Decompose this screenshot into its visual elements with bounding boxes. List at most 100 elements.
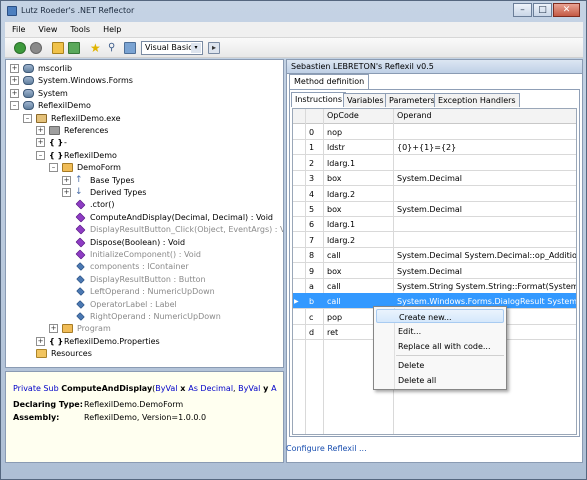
expand-icon[interactable]: + xyxy=(10,76,19,86)
menu-help[interactable]: Help xyxy=(96,22,127,34)
minimize-button[interactable]: – xyxy=(513,3,532,17)
instruction-index: 9 xyxy=(309,266,315,276)
collapse-icon[interactable]: – xyxy=(23,113,32,123)
field-icon xyxy=(76,299,85,309)
field-icon xyxy=(76,275,85,284)
expand-icon[interactable]: + xyxy=(36,336,45,346)
context-delete[interactable]: Delete xyxy=(376,358,504,372)
column-header-operand[interactable]: Operand xyxy=(397,111,432,120)
menu-tools[interactable]: Tools xyxy=(63,22,96,34)
instruction-row[interactable]: a call System.String System.String::Format… xyxy=(293,278,576,294)
tree-item-label: DisplayResultButton : Button xyxy=(90,274,206,284)
instruction-row[interactable]: 0 nop xyxy=(293,124,576,140)
tree-item-label: InitializeComponent() : Void xyxy=(90,250,201,259)
open-icon[interactable] xyxy=(52,42,64,54)
toolbar: ★ ⚲ Visual Basic ▾ ▸ xyxy=(5,38,583,58)
collapse-icon[interactable]: – xyxy=(49,163,58,173)
instruction-row[interactable]: 3 box System.Decimal xyxy=(293,170,576,187)
tree-item[interactable]: + System xyxy=(10,88,68,100)
expand-icon[interactable]: + xyxy=(62,188,71,197)
ns-icon: { } xyxy=(49,138,64,148)
tree-item-label: ReflexilDemo.exe xyxy=(51,113,121,123)
tree-item-label: ReflexilDemo xyxy=(64,150,117,160)
column-header-opcode[interactable]: OpCode xyxy=(327,111,359,120)
instruction-row[interactable]: 1 ldstr {0}+{1}={2} xyxy=(293,139,576,156)
tree-item[interactable]: DisplayResultButton : Button xyxy=(62,274,206,286)
expand-icon[interactable]: + xyxy=(62,175,71,185)
instruction-index: b xyxy=(309,297,315,307)
tab-parameters[interactable]: Parameters xyxy=(385,93,439,107)
refresh-icon[interactable] xyxy=(68,42,80,54)
tree-item[interactable]: + ↓ Derived Types xyxy=(62,187,146,199)
go-button[interactable]: ▸ xyxy=(208,42,220,54)
tree-item[interactable]: components : IContainer xyxy=(62,261,189,273)
collapse-icon[interactable]: – xyxy=(36,150,45,160)
tree-item[interactable]: – DemoForm xyxy=(49,162,121,174)
context-create-new[interactable]: Create new... xyxy=(376,309,504,323)
disassembler-panel: Private Sub ComputeAndDisplay(ByVal x As… xyxy=(5,371,284,463)
tree-item[interactable]: RightOperand : NumericUpDown xyxy=(62,311,221,323)
folder-icon xyxy=(36,349,47,359)
tree-item[interactable]: DisplayResultButton_Click(Object, EventA… xyxy=(62,224,283,236)
menu-file[interactable]: File xyxy=(5,22,31,34)
window-title: Lutz Roeder's .NET Reflector xyxy=(21,6,135,15)
context-replace-all-with-code[interactable]: Replace all with code... xyxy=(376,339,504,353)
tree-item-label: components : IContainer xyxy=(90,262,189,272)
favorites-star-icon[interactable]: ★ xyxy=(90,42,102,54)
tree-item[interactable]: + { }- xyxy=(36,137,67,149)
back-icon[interactable] xyxy=(14,42,26,54)
reflector-app-icon xyxy=(7,6,17,16)
expand-icon[interactable]: + xyxy=(36,138,45,148)
cls-icon xyxy=(62,163,73,173)
edit-icon[interactable] xyxy=(124,42,136,54)
tree-item[interactable]: InitializeComponent() : Void xyxy=(62,249,201,261)
context-delete-all[interactable]: Delete all xyxy=(376,373,504,387)
tree-item[interactable]: + References xyxy=(36,125,108,137)
tree-item[interactable]: Resources xyxy=(23,348,92,360)
tree-item[interactable]: – ReflexilDemo.exe xyxy=(23,113,120,125)
tab-instructions[interactable]: Instructions xyxy=(291,92,346,107)
collapse-icon[interactable]: – xyxy=(10,101,19,111)
instruction-index: d xyxy=(309,328,315,338)
tree-item[interactable]: Dispose(Boolean) : Void xyxy=(62,237,185,249)
expand-icon[interactable]: + xyxy=(10,64,19,73)
instruction-row[interactable]: 8 call System.Decimal System.Decimal::op_A… xyxy=(293,247,576,264)
tab-exception-handlers[interactable]: Exception Handlers xyxy=(434,93,520,107)
tab-method-definition[interactable]: Method definition xyxy=(289,74,370,90)
tree-item[interactable]: OperatorLabel : Label xyxy=(62,299,177,311)
instruction-row[interactable]: 5 box System.Decimal xyxy=(293,201,576,217)
forward-icon[interactable] xyxy=(30,42,42,54)
tree-item[interactable]: + System.Windows.Forms xyxy=(10,75,133,87)
refs-icon xyxy=(49,126,60,135)
tree-item[interactable]: LeftOperand : NumericUpDown xyxy=(62,286,215,298)
field-icon xyxy=(76,312,85,321)
instruction-row[interactable]: 4 ldarg.2 xyxy=(293,186,576,202)
maximize-button[interactable]: □ xyxy=(533,3,552,17)
language-select[interactable]: Visual Basic ▾ xyxy=(141,41,203,55)
tree-item[interactable]: + ↑ Base Types xyxy=(62,175,135,187)
context-edit[interactable]: Edit... xyxy=(376,324,504,338)
tree-item[interactable]: + Program xyxy=(49,323,111,335)
tree-item[interactable]: – ReflexilDemo xyxy=(10,100,91,112)
tree-item[interactable]: + { }ReflexilDemo.Properties xyxy=(36,336,160,348)
tree-item[interactable]: + mscorlib xyxy=(10,63,72,75)
tab-variables[interactable]: Variables xyxy=(343,93,388,107)
tree-item[interactable]: –{ }ReflexilDemo xyxy=(36,150,117,162)
menu-view[interactable]: View xyxy=(31,22,63,34)
tree-item[interactable]: ComputeAndDisplay(Decimal, Decimal) : Vo… xyxy=(62,212,273,224)
expand-icon[interactable]: + xyxy=(36,126,45,135)
expand-icon[interactable]: + xyxy=(49,324,58,334)
tree-item-label: System xyxy=(38,88,68,98)
reflexil-panel: Sebastien LEBRETON's Reflexil v0.5 Metho… xyxy=(286,59,583,463)
tree-item[interactable]: .ctor() xyxy=(62,199,115,211)
instruction-row[interactable]: 9 box System.Decimal xyxy=(293,263,576,279)
expand-icon[interactable]: + xyxy=(10,88,19,98)
file-icon xyxy=(36,113,47,123)
assembly-browser-tree[interactable]: + mscorlib + System.Windows.Forms + System – Re… xyxy=(5,59,284,368)
instruction-row[interactable]: 7 ldarg.2 xyxy=(293,232,576,248)
close-button[interactable]: ✕ xyxy=(553,3,580,17)
configure-reflexil-link[interactable]: Configure Reflexil ... xyxy=(286,444,367,453)
instruction-row[interactable]: 6 ldarg.1 xyxy=(293,216,576,233)
search-icon[interactable]: ⚲ xyxy=(108,42,120,54)
instruction-row[interactable]: 2 ldarg.1 xyxy=(293,155,576,171)
